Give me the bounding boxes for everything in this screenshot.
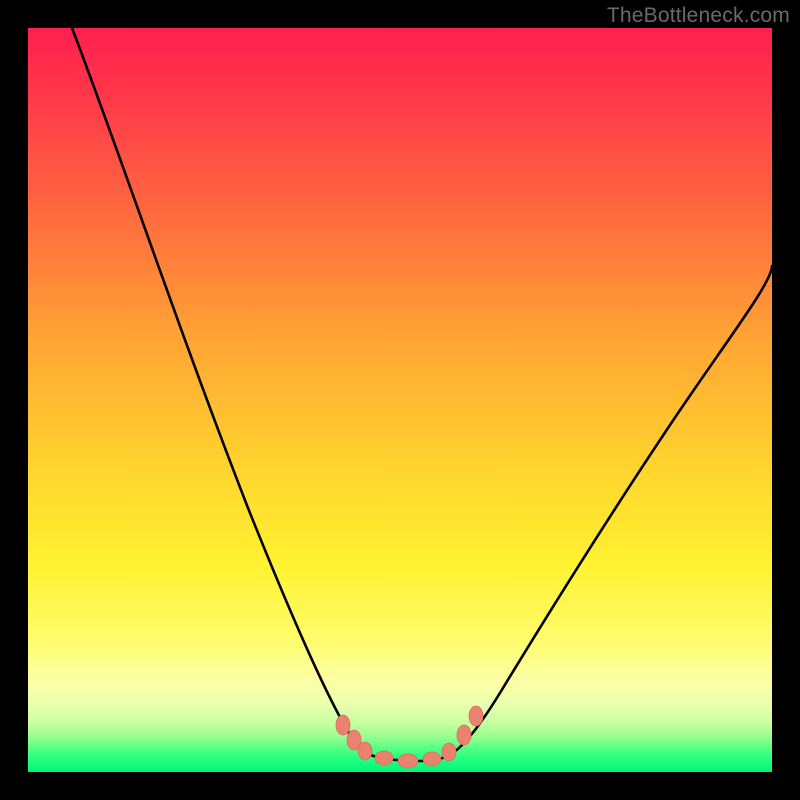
valley-markers [336, 706, 483, 768]
chart-frame: TheBottleneck.com [0, 0, 800, 800]
bead-6 [423, 752, 441, 766]
bottleneck-curve [72, 28, 772, 761]
bead-3 [358, 742, 372, 760]
curve-layer [28, 28, 772, 772]
curve-right-branch [450, 266, 772, 755]
curve-left-branch [72, 28, 368, 754]
bead-8 [457, 725, 471, 745]
bead-4 [375, 751, 393, 765]
watermark-text: TheBottleneck.com [607, 4, 790, 28]
bead-7 [442, 743, 456, 761]
bead-1 [336, 715, 350, 735]
plot-area [28, 28, 772, 772]
bead-5 [398, 754, 418, 768]
bead-9 [469, 706, 483, 726]
